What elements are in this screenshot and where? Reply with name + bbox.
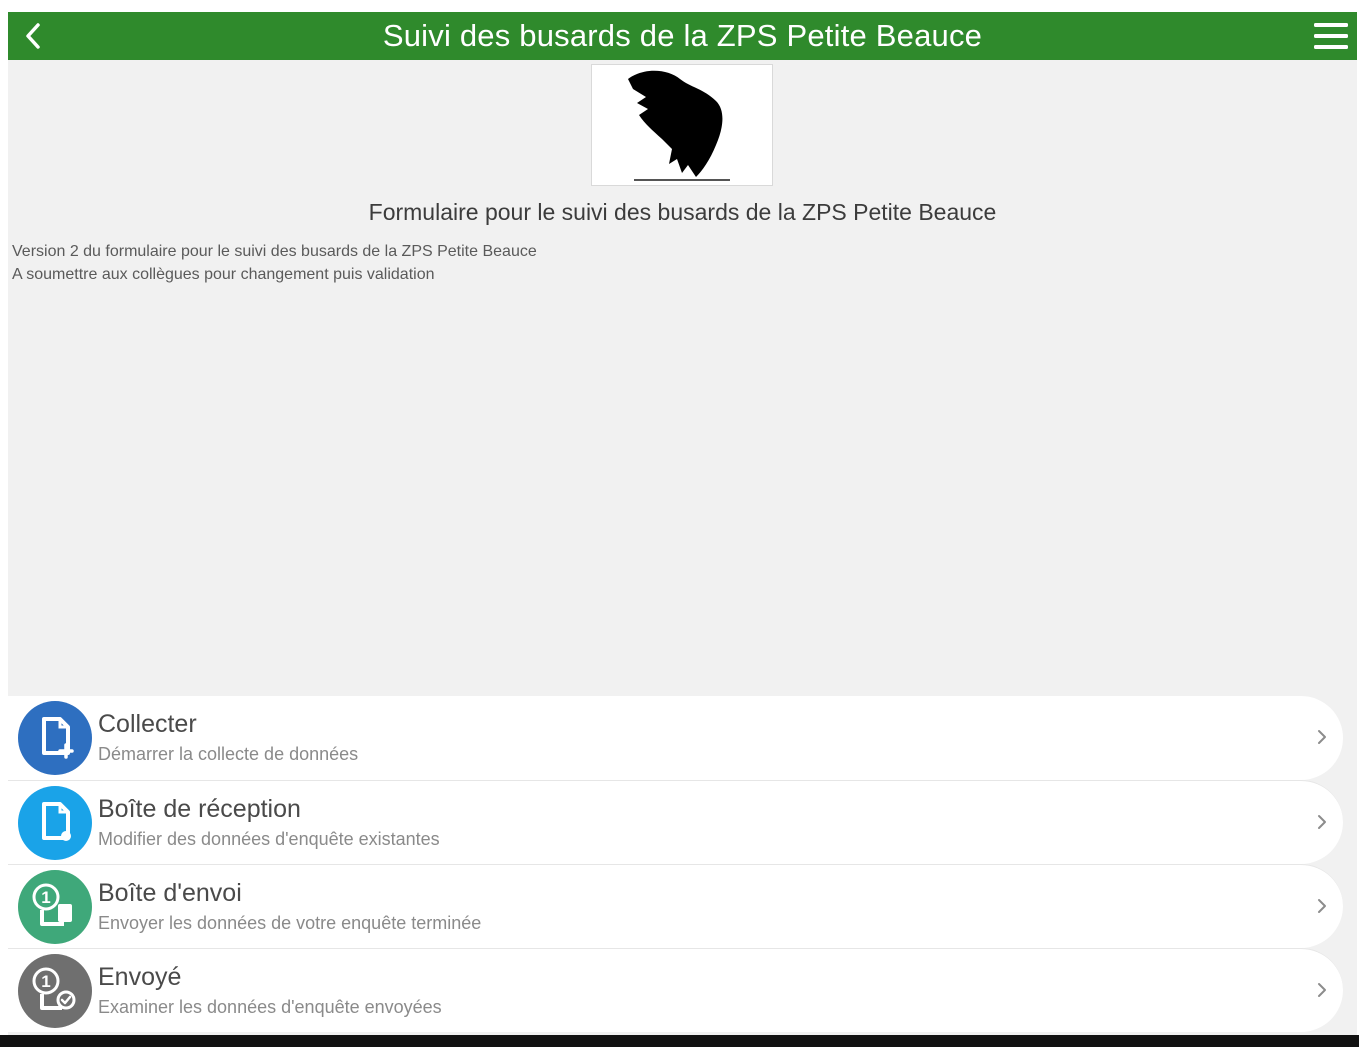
menu-button[interactable] bbox=[1313, 20, 1349, 52]
collect-form-icon bbox=[18, 701, 92, 775]
sent-count-badge: 1 bbox=[41, 972, 50, 991]
menu-item-envoye[interactable]: 1 Envoyé Examiner les données d'enquête … bbox=[8, 948, 1343, 1032]
form-description-line: Version 2 du formulaire pour le suivi de… bbox=[12, 243, 537, 260]
menu-item-boite-d-envoi[interactable]: 1 Boîte d'envoi Envoyer les données de v… bbox=[8, 864, 1343, 948]
form-description-line: A soumettre aux collègues pour changemen… bbox=[12, 266, 435, 283]
form-description: Version 2 du formulaire pour le suivi de… bbox=[12, 240, 537, 286]
inbox-form-icon bbox=[18, 786, 92, 860]
menu-item-title: Boîte de réception bbox=[98, 795, 301, 823]
menu-item-title: Envoyé bbox=[98, 963, 182, 991]
chevron-left-icon bbox=[26, 23, 40, 49]
outbox-form-icon: 1 bbox=[18, 870, 92, 944]
menu-item-boite-de-reception[interactable]: Boîte de réception Modifier des données … bbox=[8, 780, 1343, 864]
menu-item-subtitle: Démarrer la collecte de données bbox=[98, 744, 359, 764]
hamburger-menu-icon bbox=[1314, 23, 1348, 49]
back-button[interactable] bbox=[18, 20, 50, 52]
chevron-right-icon bbox=[1318, 730, 1326, 744]
raptor-silhouette-icon bbox=[628, 70, 730, 181]
menu-item-subtitle: Examiner les données d'enquête envoyées bbox=[98, 997, 442, 1017]
menu-item-title: Collecter bbox=[98, 710, 197, 738]
sent-form-icon: 1 bbox=[18, 954, 92, 1028]
pending-count-badge: 1 bbox=[41, 888, 50, 907]
form-thumbnail bbox=[591, 64, 773, 186]
menu-item-title: Boîte d'envoi bbox=[98, 879, 242, 907]
menu-item-subtitle: Envoyer les données de votre enquête ter… bbox=[98, 913, 482, 933]
form-title: Formulaire pour le suivi des busards de … bbox=[368, 199, 997, 225]
menu-item-collecter[interactable]: Collecter Démarrer la collecte de donnée… bbox=[8, 696, 1343, 780]
page-title: Suivi des busards de la ZPS Petite Beauc… bbox=[382, 18, 983, 53]
chevron-right-icon bbox=[1318, 983, 1326, 997]
menu-item-subtitle: Modifier des données d'enquête existante… bbox=[98, 829, 440, 849]
app-screen: Suivi des busards de la ZPS Petite Beauc… bbox=[8, 12, 1357, 1035]
chevron-right-icon bbox=[1318, 815, 1326, 829]
survey-menu-list: Collecter Démarrer la collecte de donnée… bbox=[8, 696, 1343, 1032]
app-header: Suivi des busards de la ZPS Petite Beauc… bbox=[8, 12, 1357, 60]
bottom-edge-bar bbox=[0, 1035, 1359, 1047]
chevron-right-icon bbox=[1318, 899, 1326, 913]
